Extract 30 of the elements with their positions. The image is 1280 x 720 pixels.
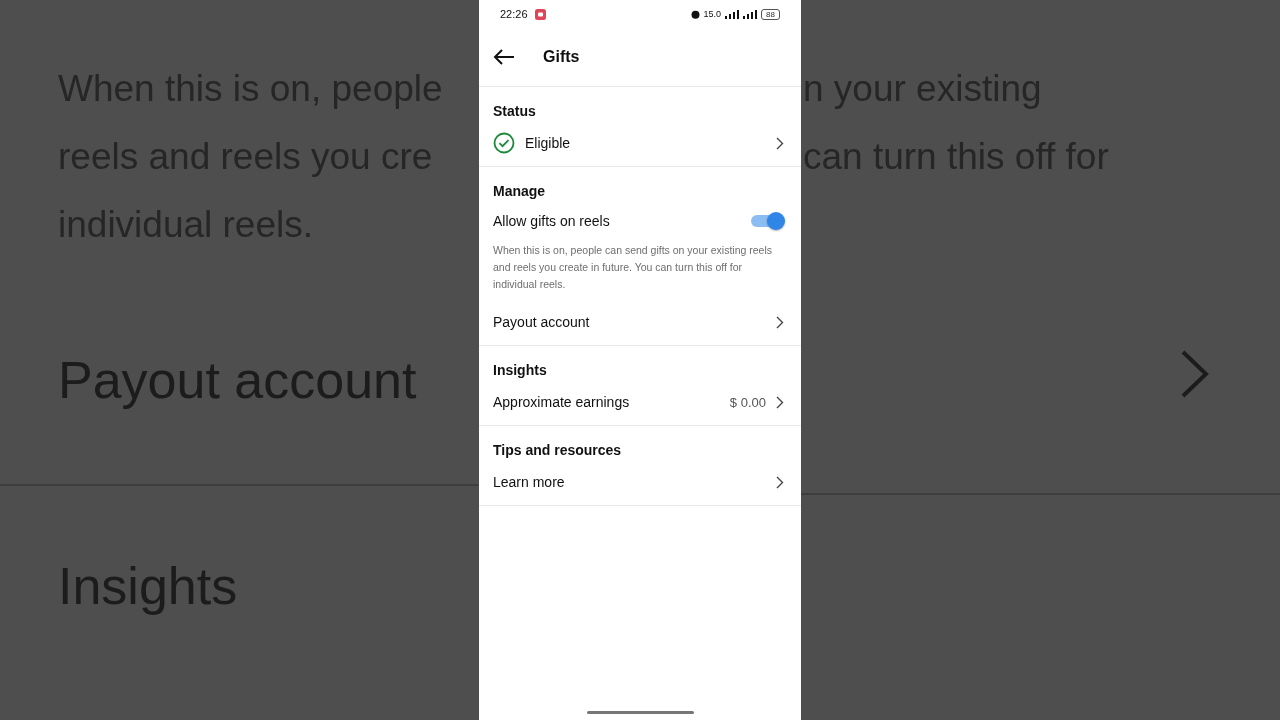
page-title: Gifts [543,48,580,66]
status-label: Eligible [525,135,571,151]
section-title: Tips and resources [492,441,623,459]
recording-icon [534,8,546,20]
toggle-switch[interactable] [751,215,784,227]
setting-label: Allow gifts on reels [493,213,610,229]
chevron-right-icon [776,136,784,150]
chevron-right-icon [1180,350,1210,398]
menu-row[interactable]: Learn more [479,459,801,505]
setting-description: When this is on, people can send gifts on your existing reels and reels you create in future. You can turn this off for individual reels. [492,243,773,292]
menu-row[interactable]: Payout account [479,299,801,345]
network-speed: 15.0 [703,9,722,19]
battery-level: 88 [761,8,780,20]
status-time: 22:26 [500,8,528,20]
signal-icon [725,9,740,19]
chevron-right-icon [776,395,784,409]
section-title: Manage [492,182,547,200]
section-title: Insights [492,361,548,379]
chevron-right-icon [776,315,784,329]
signal-icon [743,9,758,19]
earnings-value: $ 0.00 [729,394,766,410]
menu-label: Approximate earnings [493,394,630,410]
status-row[interactable]: Eligible [479,120,801,166]
back-arrow-icon[interactable] [493,49,515,65]
menu-label: Learn more [493,474,565,490]
check-circle-icon [493,132,515,154]
chevron-right-icon [776,475,784,489]
section-title: Status [492,102,537,120]
menu-row[interactable]: Approximate earnings $ 0.00 [479,379,801,425]
menu-label: Payout account [493,314,590,330]
